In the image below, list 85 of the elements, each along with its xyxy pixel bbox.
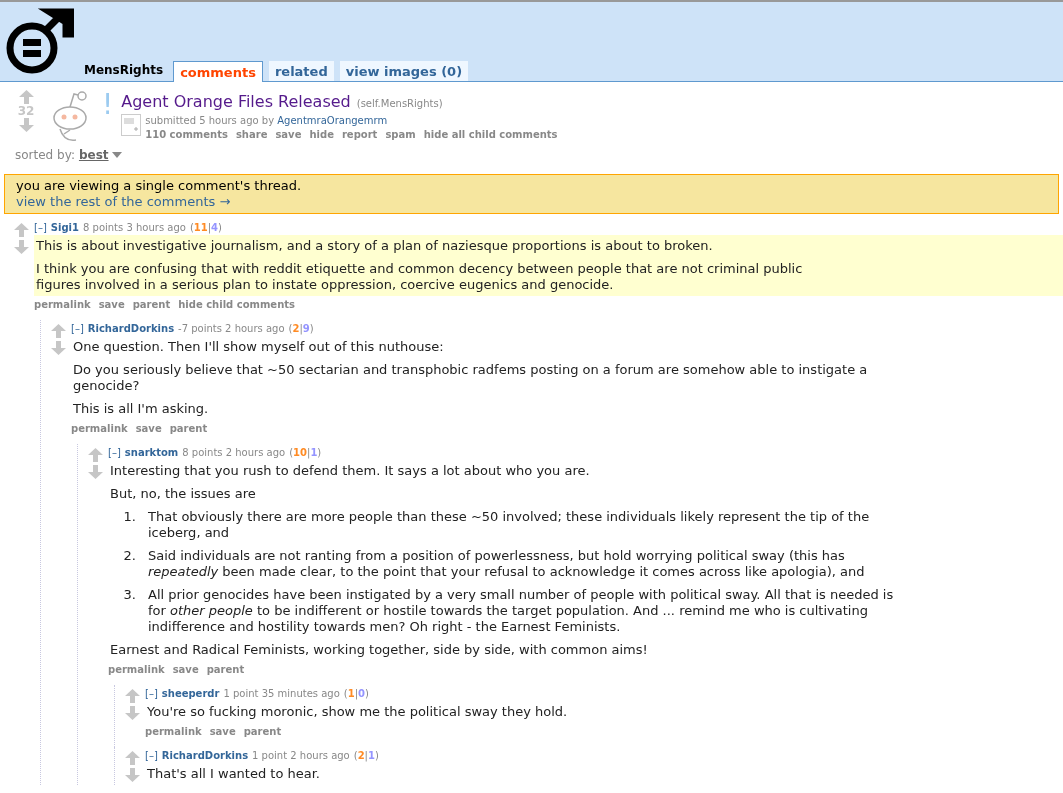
tab[interactable]: view images (0)	[339, 60, 469, 81]
sort-dropdown[interactable]: best	[78, 146, 122, 164]
collapse-link[interactable]: [–]	[71, 320, 84, 336]
comment-text: This is about investigative journalism, and a story of a plan of naziesque proportions is about to broken.	[36, 238, 714, 254]
list-number: 3.	[122, 587, 136, 604]
post-action-link[interactable]: hide all child comments	[423, 128, 558, 142]
list-item-text: Said individuals are not ranting from a position of powerlessness, but hold worrying political sway (this has repeatedly been made clear, to the point that your refusal to acknowledge it comes across like apologia), and	[148, 548, 866, 580]
downvote-icon[interactable]	[125, 706, 140, 720]
exclamation-icon: !	[102, 90, 114, 142]
upvote-icon[interactable]	[51, 324, 66, 338]
collapse-link[interactable]: [–]	[34, 219, 47, 235]
comment-text: One question. Then I'll show myself out of this nuthouse:	[73, 339, 445, 355]
upvote-icon[interactable]	[125, 689, 140, 703]
comment-text: You're so fucking moronic, show me the political sway they hold.	[147, 704, 569, 720]
upvote-icon[interactable]	[18, 90, 34, 104]
comment-author[interactable]: Sigi1	[50, 219, 79, 235]
comment-action-link[interactable]: permalink	[108, 662, 165, 677]
downvote-icon[interactable]	[125, 768, 140, 782]
comment-action-link[interactable]: parent	[169, 421, 208, 436]
comment-action-link[interactable]: save	[172, 662, 199, 677]
comment-text: Earnest and Radical Feminists, working together, side by side, with common aims!	[110, 642, 649, 658]
notice-text: you are viewing a single comment's thread.	[16, 178, 303, 194]
downvote-icon[interactable]	[18, 118, 34, 132]
comment-text: Do you seriously believe that ~50 sectarian and transphobic radfems posting on a forum are somehow able to instigate a genocide?	[73, 362, 869, 394]
downvote-icon[interactable]	[88, 465, 103, 479]
comment-author[interactable]: snarktom	[124, 444, 179, 460]
post-author[interactable]: AgentmraOrangemrm	[277, 115, 388, 126]
vote-counts: (2|9)	[288, 321, 314, 336]
comment-meta: 1 point 35 minutes ago	[223, 686, 340, 701]
list-number: 1.	[122, 509, 136, 526]
comment-author[interactable]: RichardDorkins	[87, 320, 175, 336]
logo-icon[interactable]	[4, 8, 74, 74]
submitted-text: submitted 5 hours ago by	[145, 115, 275, 126]
vote-counts: (10|1)	[289, 445, 322, 460]
caret-icon	[111, 152, 122, 158]
text-expand-icon[interactable]	[121, 114, 142, 136]
upvote-icon[interactable]	[125, 751, 140, 765]
comment-action-link[interactable]: parent	[243, 724, 282, 739]
sort-label: sorted by:	[15, 147, 75, 164]
comment-meta: -7 points 2 hours ago	[178, 321, 285, 336]
post-action-link[interactable]: save	[275, 128, 302, 142]
post-action-link[interactable]: 110 comments	[145, 128, 228, 142]
comment-meta: 8 points 3 hours ago	[83, 220, 186, 235]
upvote-icon[interactable]	[88, 448, 103, 462]
comment-action-link[interactable]: hide child comments	[178, 297, 295, 312]
comment-meta: 1 point 2 hours ago	[252, 748, 350, 763]
post-action-link[interactable]: hide	[309, 128, 334, 142]
tab[interactable]: comments	[173, 60, 263, 82]
list-item-text: All prior genocides have been instigated by a very small number of people with political sway. All that is needed is for other people to be indifferent or hostile towards the target population. And ... remind me who is cultivating indifference and hostility towards men? Oh right - the Earnest Feminists.	[148, 587, 895, 635]
comment-action-link[interactable]: parent	[206, 662, 245, 677]
comment-action-link[interactable]: save	[209, 724, 236, 739]
collapse-link[interactable]: [–]	[145, 685, 158, 701]
comment-text: This is all I'm asking.	[73, 401, 210, 417]
comment-action-link[interactable]: permalink	[145, 724, 202, 739]
post-score: 32	[17, 104, 35, 118]
comment-text: I think you are confusing that with reddit etiquette and common decency between people that are not criminal public figures involved in a serious plan to instate oppression, coercive eugenics and genocide.	[36, 261, 804, 293]
comment-action-link[interactable]: save	[135, 421, 162, 436]
comment-action-link[interactable]: permalink	[71, 421, 128, 436]
comment-text: But, no, the issues are	[110, 486, 257, 502]
vote-counts: (2|1)	[353, 748, 379, 763]
post-action-link[interactable]: report	[341, 128, 378, 142]
post-action-link[interactable]: spam	[385, 128, 416, 142]
comment-text: That's all I wanted to hear.	[147, 766, 321, 782]
post-action-link[interactable]: share	[235, 128, 268, 142]
comment-action-link[interactable]: permalink	[34, 297, 91, 312]
downvote-icon[interactable]	[51, 341, 66, 355]
view-rest-link[interactable]: view the rest of the comments →	[16, 194, 231, 209]
collapse-link[interactable]: [–]	[108, 444, 121, 460]
collapse-link[interactable]: [–]	[145, 747, 158, 763]
comment-meta: 8 points 2 hours ago	[182, 445, 286, 460]
comment-action-link[interactable]: parent	[132, 297, 171, 312]
comment-text: Interesting that you rush to defend them. It says a lot about who you are.	[110, 463, 591, 479]
downvote-icon[interactable]	[14, 240, 29, 254]
subreddit-name[interactable]: MensRights	[84, 61, 164, 79]
tab[interactable]: related	[268, 60, 334, 81]
comment-author[interactable]: sheeperdr	[161, 685, 220, 701]
post-domain: (self.MensRights)	[356, 97, 443, 111]
comment-author[interactable]: RichardDorkins	[161, 747, 249, 763]
list-item-text: That obviously there are more people than these ~50 involved; these individuals likely represent the tip of the iceberg, and	[148, 509, 871, 541]
post-title[interactable]: Agent Orange Files Released	[121, 90, 351, 114]
vote-counts: (11|4)	[189, 220, 222, 235]
upvote-icon[interactable]	[14, 223, 29, 237]
comment-action-link[interactable]: save	[98, 297, 125, 312]
vote-counts: (1|0)	[343, 686, 369, 701]
list-number: 2.	[122, 548, 136, 565]
